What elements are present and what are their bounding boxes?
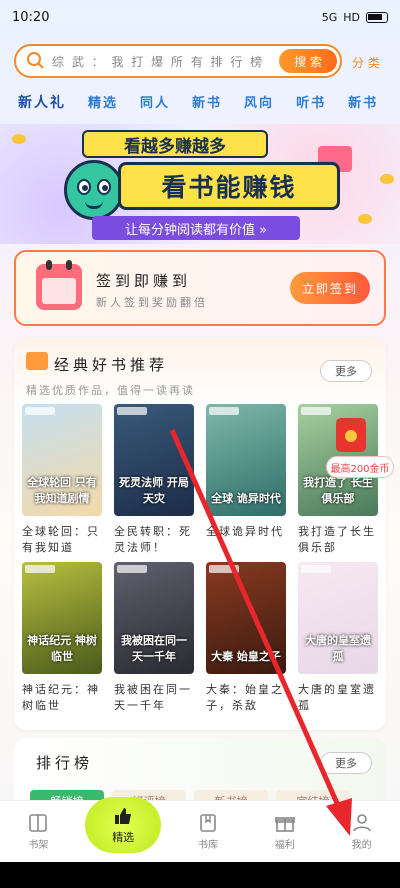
coin-icon <box>12 134 26 144</box>
cover-title: 我被困在同一天一千年 <box>121 634 187 663</box>
system-home-bar <box>0 862 400 888</box>
publisher-logo <box>209 407 239 415</box>
checkin-title: 签到即赚到 <box>96 272 192 290</box>
book-title[interactable]: 全民转职：死灵法师！ <box>114 524 194 556</box>
book-cover[interactable]: 大秦 始皇之子 <box>206 562 286 674</box>
cover-title: 死灵法师 开局天灾 <box>119 476 189 505</box>
book-cover[interactable]: 我被困在同一天一千年 <box>114 562 194 674</box>
nav-label: 我的 <box>351 840 372 851</box>
book-cover[interactable]: 死灵法师 开局天灾 <box>114 404 194 516</box>
cover-title: 全球轮回 只有我知道剧情 <box>27 476 97 505</box>
calendar-icon <box>36 260 82 310</box>
category-link[interactable]: 分 类 <box>352 54 380 71</box>
cover-title: 神话纪元 神树临世 <box>27 634 97 663</box>
checkin-button[interactable]: 立即签到 <box>290 272 370 304</box>
section-subtitle: 精选优质作品，值得一读再读 <box>26 384 195 397</box>
cover-title: 大秦 始皇之子 <box>211 650 281 663</box>
more-button[interactable]: 更多 <box>320 360 372 382</box>
search-bar[interactable]: 综 武 ： 我 打 爆 所 有 排 行 榜 搜 索 <box>14 44 342 78</box>
crown-icon <box>26 352 48 370</box>
tab-new-books[interactable]: 新书 <box>192 92 222 120</box>
nav-label: 书架 <box>28 840 49 851</box>
nav-label: 精选 <box>112 830 135 844</box>
publisher-logo <box>25 565 55 573</box>
publisher-logo <box>117 565 147 573</box>
checkin-card[interactable]: 签到即赚到 新人签到奖励翻倍 立即签到 <box>14 250 386 326</box>
nav-library[interactable]: 书库 <box>178 812 238 851</box>
nav-featured[interactable]: 精选 <box>85 796 162 853</box>
banner-main-text: 看书能赚钱 <box>118 162 340 210</box>
library-icon <box>200 814 216 832</box>
banner-subtitle: 让每分钟阅读都有价值 » <box>92 216 300 240</box>
ranking-more-button[interactable]: 更多 <box>320 752 372 774</box>
search-icon <box>27 52 44 69</box>
nav-profile[interactable]: 我的 <box>332 812 392 851</box>
publisher-logo <box>25 407 55 415</box>
section-title: 经典好书推荐 <box>54 356 169 374</box>
battery-icon <box>366 11 388 23</box>
book-title[interactable]: 全球诡异时代 <box>206 524 286 540</box>
thumb-up-icon <box>115 807 132 824</box>
publisher-logo <box>117 407 147 415</box>
coin-icon <box>380 174 394 184</box>
nav-bookshelf[interactable]: 书架 <box>8 812 68 851</box>
status-bar: 10:20 5G HD <box>0 0 400 34</box>
book-item[interactable]: 全球轮回 只有我知道剧情 全球轮回：只有我知道 <box>22 404 102 556</box>
promo-banner[interactable]: 看越多赚越多 看书能赚钱 让每分钟阅读都有价值 » <box>0 124 400 244</box>
gift-icon <box>274 817 295 832</box>
checkin-subtitle: 新人签到奖励翻倍 <box>96 296 208 309</box>
profile-icon <box>352 814 371 832</box>
book-item[interactable]: 死灵法师 开局天灾 全民转职：死灵法师！ <box>114 404 194 556</box>
hd-indicator: HD <box>343 10 360 24</box>
book-title[interactable]: 全球轮回：只有我知道 <box>22 524 102 556</box>
cover-title: 全球 诡异时代 <box>211 492 281 505</box>
book-title[interactable]: 大唐的皇室遗孤 <box>298 682 378 714</box>
recommend-section: 经典好书推荐 精选优质作品，值得一读再读 更多 全球轮回 只有我知道剧情 全球轮回… <box>14 338 386 730</box>
red-packet-icon[interactable] <box>336 418 366 452</box>
nav-label: 书库 <box>197 840 218 851</box>
book-cover[interactable]: 神话纪元 神树临世 <box>22 562 102 674</box>
book-item[interactable]: 大秦 始皇之子大秦：始皇之子，杀敌 <box>206 562 286 714</box>
book-title[interactable]: 大秦：始皇之子，杀敌 <box>206 682 286 714</box>
mascot-icon <box>64 160 124 220</box>
status-time: 10:20 <box>12 9 50 25</box>
tab-audiobooks[interactable]: 听书 <box>296 92 326 120</box>
book-cover[interactable]: 大唐的皇室遗孤 <box>298 562 378 674</box>
book-title[interactable]: 神话纪元：神树临世 <box>22 682 102 714</box>
publisher-logo <box>209 565 239 573</box>
banner-headline: 看越多赚越多 <box>82 130 268 158</box>
ranking-title: 排行榜 <box>36 754 94 772</box>
book-item[interactable]: 全球 诡异时代 全球诡异时代 <box>206 404 286 540</box>
cover-title: 大唐的皇室遗孤 <box>305 634 371 663</box>
book-title[interactable]: 我被困在同一天一千年 <box>114 682 194 714</box>
bookshelf-icon <box>29 814 48 832</box>
coin-icon <box>358 214 372 224</box>
tab-trends[interactable]: 风向 <box>244 92 274 120</box>
book-item[interactable]: 大唐的皇室遗孤 大唐的皇室遗孤 <box>298 562 378 714</box>
search-button[interactable]: 搜 索 <box>279 49 337 73</box>
bottom-nav: 书架 精选 书库 福利 我的 <box>0 796 400 862</box>
nav-label: 福利 <box>274 840 295 851</box>
publisher-logo <box>301 407 331 415</box>
nav-welfare[interactable]: 福利 <box>255 812 315 851</box>
cover-title: 我打造了 长生俱乐部 <box>303 476 373 505</box>
book-item[interactable]: 我被困在同一天一千年 我被困在同一天一千年 <box>114 562 194 714</box>
tab-new-books-2[interactable]: 新书 <box>348 92 378 120</box>
book-cover[interactable]: 全球 诡异时代 <box>206 404 286 516</box>
reward-tag[interactable]: 最高200金币 <box>326 456 394 478</box>
book-title[interactable]: 我打造了长生俱乐部 <box>298 524 378 556</box>
top-tabs: 新人礼 精选 同人 新书 风向 听书 新书 <box>0 92 400 120</box>
book-item[interactable]: 神话纪元 神树临世 神话纪元：神树临世 <box>22 562 102 714</box>
tab-new-user-gift[interactable]: 新人礼 <box>18 92 66 120</box>
tab-featured[interactable]: 精选 <box>88 92 118 120</box>
tab-fanfic[interactable]: 同人 <box>140 92 170 120</box>
publisher-logo <box>301 565 331 573</box>
network-indicator: 5G <box>321 10 338 24</box>
book-cover[interactable]: 全球轮回 只有我知道剧情 <box>22 404 102 516</box>
